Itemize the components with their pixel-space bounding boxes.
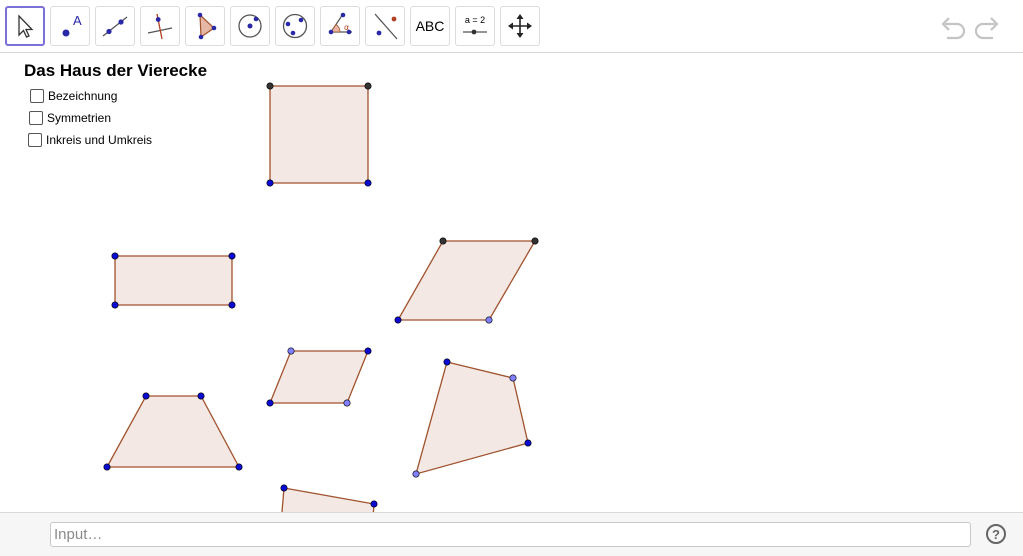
move-tool[interactable] [5,6,45,46]
move-view-icon [508,14,532,38]
angle-tool[interactable]: α [320,6,360,46]
input-field[interactable]: Input… [50,522,971,547]
vertex-point[interactable] [364,347,372,355]
vertex-point[interactable] [235,463,243,471]
geometry-drawing[interactable] [0,54,1023,512]
vertex-point[interactable] [485,316,493,324]
checkbox-bezeichnung[interactable]: Bezeichnung [30,89,117,103]
redo-button[interactable] [973,12,1003,42]
vertex-point[interactable] [412,470,420,478]
line-tool[interactable] [95,6,135,46]
vertex-point[interactable] [343,399,351,407]
checkbox-label: Inkreis und Umkreis [46,133,153,147]
move-graphics-view-tool[interactable] [500,6,540,46]
checkbox-box[interactable] [29,111,43,125]
rectangle-polygon[interactable] [114,255,233,306]
slider-tool[interactable]: a = 2 [455,6,495,46]
vertex-point[interactable] [531,237,539,245]
checkbox-box[interactable] [30,89,44,103]
vertex-point[interactable] [111,252,119,260]
checkbox-symmetrien[interactable]: Symmetrien [29,111,111,125]
circle-tool[interactable] [230,6,270,46]
arrow-cursor-icon [18,14,34,38]
perpendicular-icon [147,13,173,40]
checkbox-inkreis-umkreis[interactable]: Inkreis und Umkreis [28,133,152,147]
svg-text:α: α [344,23,349,32]
vertex-point[interactable] [364,82,372,90]
vertex-point[interactable] [439,237,447,245]
undo-icon [941,17,966,40]
angle-icon: α [328,12,352,35]
vertex-point[interactable] [197,392,205,400]
vertex-point[interactable] [111,301,119,309]
text-icon: ABC [415,18,445,34]
parallelogram-polygon[interactable] [269,350,369,404]
quadrilateral-polygon[interactable] [278,487,375,512]
vertex-point[interactable] [228,252,236,260]
input-bar: Input… ? [0,512,1023,556]
checkbox-box[interactable] [28,133,42,147]
svg-text:A: A [73,13,82,28]
vertex-point[interactable] [509,374,517,382]
undo-button[interactable] [937,12,967,42]
vertex-point[interactable] [228,301,236,309]
redo-icon [974,17,999,40]
svg-text:a = 2: a = 2 [465,15,485,25]
checkbox-label: Bezeichnung [48,89,118,103]
page-title: Das Haus der Vierecke [24,61,208,80]
checkbox-label: Symmetrien [47,111,112,125]
vertex-point[interactable] [394,316,402,324]
vertex-point[interactable] [443,358,451,366]
help-icon[interactable]: ? [986,524,1006,544]
vertex-point[interactable] [287,347,295,355]
rhombus-polygon[interactable] [396,240,537,321]
vertex-point[interactable] [266,399,274,407]
vertex-point[interactable] [364,179,372,187]
vertex-point[interactable] [280,484,288,492]
circle-three-points-tool[interactable] [275,6,315,46]
text-tool[interactable]: ABC [410,6,450,46]
vertex-point[interactable] [142,392,150,400]
circle-center-icon [238,14,262,38]
polygon-tool[interactable] [185,6,225,46]
graphics-view[interactable] [0,54,1023,512]
square-polygon[interactable] [269,85,369,184]
toolbar: A α ABC a = 2 [0,0,1023,53]
point-tool[interactable]: A [50,6,90,46]
trapezoid-polygon[interactable] [105,395,241,468]
polygon-icon [197,12,217,40]
perpendicular-line-tool[interactable] [140,6,180,46]
vertex-point[interactable] [103,463,111,471]
circle-three-points-icon [282,13,308,39]
reflect-tool[interactable] [365,6,405,46]
vertex-point[interactable] [524,439,532,447]
vertex-point[interactable] [266,82,274,90]
reflect-icon [374,13,398,40]
point-a-icon: A [62,13,82,37]
vertex-point[interactable] [370,500,378,508]
line-icon [102,16,128,37]
vertex-point[interactable] [266,179,274,187]
slider-icon: a = 2 [463,15,487,35]
